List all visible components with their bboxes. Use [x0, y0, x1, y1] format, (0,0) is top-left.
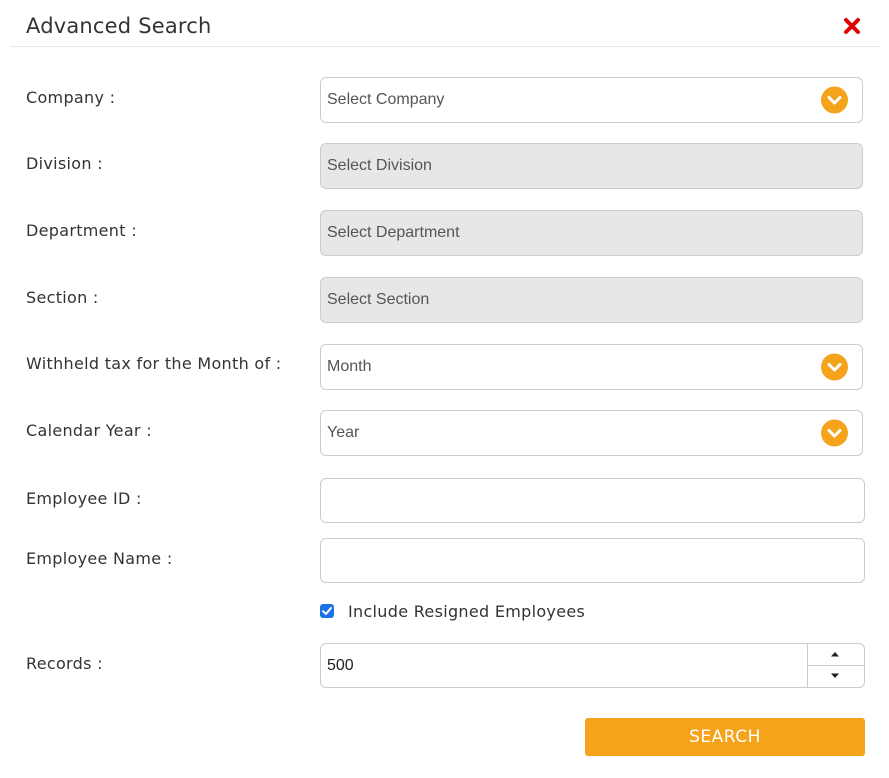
- chevron-down-icon[interactable]: [821, 86, 848, 114]
- division-select[interactable]: Select Division: [320, 143, 863, 189]
- employee-name-label: Employee Name :: [26, 549, 173, 568]
- decrement-button[interactable]: [808, 666, 864, 687]
- records-label: Records :: [26, 654, 103, 673]
- month-select-value: Month: [327, 358, 372, 375]
- section-select[interactable]: Select Section: [320, 277, 863, 323]
- section-label: Section :: [26, 288, 99, 307]
- records-input[interactable]: 500: [320, 643, 865, 688]
- dialog-title: Advanced Search: [26, 14, 212, 38]
- records-value: 500: [327, 656, 354, 674]
- department-select-value: Select Department: [327, 224, 460, 241]
- year-label: Calendar Year :: [26, 421, 152, 440]
- year-select[interactable]: Year: [320, 410, 863, 456]
- close-x-icon: [844, 18, 860, 34]
- company-select-value: Select Company: [327, 91, 445, 108]
- chevron-down-icon[interactable]: [821, 419, 848, 447]
- section-select-value: Select Section: [327, 291, 430, 308]
- caret-up-icon: [831, 652, 839, 657]
- employee-id-input[interactable]: [320, 478, 865, 523]
- employee-id-label: Employee ID :: [26, 489, 142, 508]
- year-select-value: Year: [327, 424, 360, 441]
- month-label: Withheld tax for the Month of :: [26, 354, 282, 373]
- increment-button[interactable]: [808, 644, 864, 666]
- division-select-value: Select Division: [327, 157, 432, 174]
- department-select[interactable]: Select Department: [320, 210, 863, 256]
- company-label: Company :: [26, 88, 116, 107]
- records-spinner: [807, 644, 864, 687]
- dialog-header: Advanced Search: [10, 0, 880, 47]
- caret-down-icon: [831, 673, 839, 678]
- division-label: Division :: [26, 154, 103, 173]
- department-label: Department :: [26, 221, 137, 240]
- search-button[interactable]: SEARCH: [585, 718, 865, 756]
- chevron-down-icon[interactable]: [821, 353, 848, 381]
- employee-name-input[interactable]: [320, 538, 865, 583]
- close-button[interactable]: [842, 16, 862, 36]
- include-resigned-checkbox[interactable]: [320, 604, 334, 618]
- month-select[interactable]: Month: [320, 344, 863, 390]
- include-resigned-label[interactable]: Include Resigned Employees: [348, 602, 585, 621]
- advanced-search-dialog: Advanced Search Company : Select Company…: [0, 0, 889, 778]
- company-select[interactable]: Select Company: [320, 77, 863, 123]
